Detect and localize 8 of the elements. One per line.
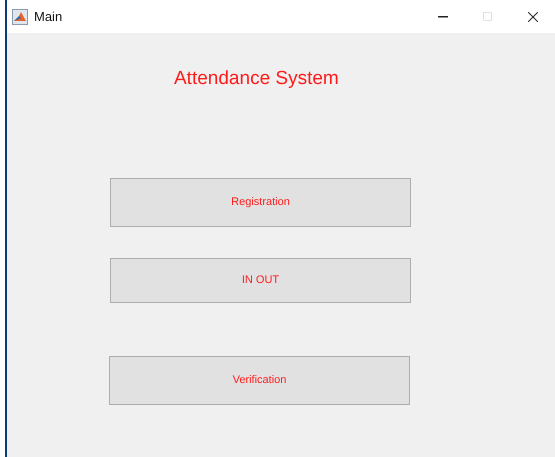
minimize-icon: [438, 16, 448, 18]
app-logo-icon: [12, 8, 28, 24]
window-title: Main: [34, 8, 62, 26]
menu-button[interactable]: Verification: [109, 356, 410, 404]
menu-button[interactable]: IN OUT: [110, 258, 411, 302]
menu-button[interactable]: Registration: [110, 178, 411, 226]
maximize-icon: [482, 11, 493, 22]
heading: Attendance System: [174, 67, 339, 91]
